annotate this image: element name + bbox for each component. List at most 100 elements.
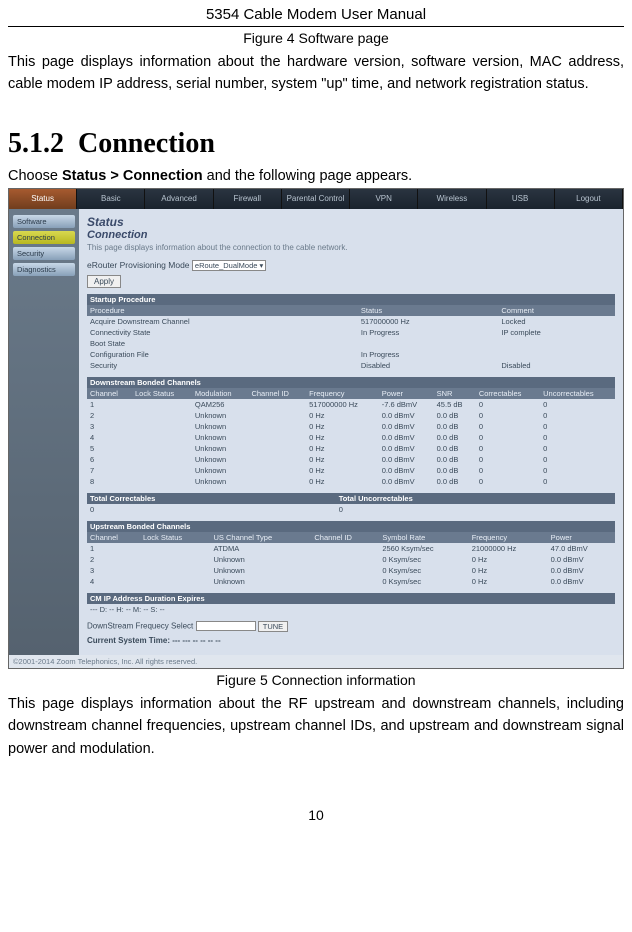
cell	[132, 399, 192, 410]
cell	[311, 554, 379, 565]
cell: 0	[336, 504, 615, 515]
cm-ip-value: --- D: -- H: -- M: -- S: --	[87, 604, 615, 615]
cell	[248, 443, 306, 454]
cell: Unknown	[192, 465, 249, 476]
cell	[248, 410, 306, 421]
cell: 0	[540, 443, 615, 454]
status-heading: Status	[87, 215, 615, 229]
table-row: 8Unknown0 Hz0.0 dBmV0.0 dB00	[87, 476, 615, 487]
cell: 0	[87, 504, 336, 515]
nav-item-firewall[interactable]: Firewall	[214, 189, 282, 209]
sidebar-btn-connection[interactable]: Connection	[13, 231, 75, 244]
cell: 0 Hz	[306, 410, 379, 421]
table-header: Upstream Bonded Channels	[87, 521, 615, 532]
cell: 0 Hz	[469, 576, 548, 587]
nav-item-status[interactable]: Status	[9, 189, 77, 209]
cell: 0.0 dB	[434, 476, 476, 487]
cell: 8	[87, 476, 132, 487]
cell: 0.0 dBmV	[548, 576, 615, 587]
cell: 0	[476, 476, 540, 487]
table-row: 3Unknown0 Hz0.0 dBmV0.0 dB00	[87, 421, 615, 432]
outro-paragraph: This page displays information about the…	[8, 691, 624, 762]
sidebar-btn-security[interactable]: Security	[13, 247, 75, 260]
table-row: 5Unknown0 Hz0.0 dBmV0.0 dB00	[87, 443, 615, 454]
cell	[248, 421, 306, 432]
cell	[132, 443, 192, 454]
table-row: 4Unknown0 Hz0.0 dBmV0.0 dB00	[87, 432, 615, 443]
tune-button[interactable]: TUNE	[258, 621, 288, 632]
cell	[358, 338, 499, 349]
cell: In Progress	[358, 349, 499, 360]
col-header: Power	[379, 388, 434, 399]
cell: 45.5 dB	[434, 399, 476, 410]
cell: Unknown	[211, 565, 312, 576]
nav-item-usb[interactable]: USB	[487, 189, 555, 209]
cell: 0.0 dB	[434, 410, 476, 421]
cell: 0	[540, 454, 615, 465]
cell: Boot State	[87, 338, 358, 349]
table-row: 2Unknown0 Ksym/sec0 Hz0.0 dBmV	[87, 554, 615, 565]
nav-item-advanced[interactable]: Advanced	[145, 189, 213, 209]
cell	[311, 576, 379, 587]
cell: Locked	[498, 316, 615, 327]
cell: 0 Hz	[306, 454, 379, 465]
table-row: 6Unknown0 Hz0.0 dBmV0.0 dB00	[87, 454, 615, 465]
connection-heading: Connection	[87, 229, 615, 241]
cell: IP complete	[498, 327, 615, 338]
startup-table: Startup ProcedureProcedureStatusCommentA…	[87, 294, 615, 371]
provisioning-select[interactable]: eRoute_DualMode ▾	[192, 260, 266, 271]
cell: 0	[540, 421, 615, 432]
cell	[311, 543, 379, 554]
col-header: Frequency	[469, 532, 548, 543]
cell	[140, 576, 211, 587]
ds-freq-input[interactable]	[196, 621, 256, 631]
cell: 0	[540, 410, 615, 421]
cell: Disabled	[498, 360, 615, 371]
cell: 21000000 Hz	[469, 543, 548, 554]
col-header: Procedure	[87, 305, 358, 316]
cell: 0.0 dBmV	[379, 443, 434, 454]
nav-item-vpn[interactable]: VPN	[350, 189, 418, 209]
cell: 0.0 dBmV	[379, 476, 434, 487]
cell: 0	[540, 399, 615, 410]
table-row: 2Unknown0 Hz0.0 dBmV0.0 dB00	[87, 410, 615, 421]
col-header: Channel ID	[311, 532, 379, 543]
cell: ATDMA	[211, 543, 312, 554]
nav-item-basic[interactable]: Basic	[77, 189, 145, 209]
sidebar-btn-software[interactable]: Software	[13, 215, 75, 228]
section-number: 5.1.2	[8, 128, 64, 159]
cell: 4	[87, 576, 140, 587]
instruction-suffix: and the following page appears.	[203, 168, 413, 184]
cell	[132, 410, 192, 421]
cell: 4	[87, 432, 132, 443]
downstream-table: Downstream Bonded ChannelsChannelLock St…	[87, 377, 615, 487]
cell: 0	[540, 476, 615, 487]
cell: 0 Hz	[306, 421, 379, 432]
col-header: Modulation	[192, 388, 249, 399]
nav-item-wireless[interactable]: Wireless	[418, 189, 486, 209]
cell: 2560 Ksym/sec	[379, 543, 468, 554]
table-row: 3Unknown0 Ksym/sec0 Hz0.0 dBmV	[87, 565, 615, 576]
cell: 0.0 dBmV	[548, 565, 615, 576]
document-header: 5354 Cable Modem User Manual	[8, 0, 624, 27]
cell: 0 Hz	[469, 554, 548, 565]
cell: 0	[476, 410, 540, 421]
col-header: Total Correctables	[87, 493, 336, 504]
nav-item-parental-control[interactable]: Parental Control	[282, 189, 350, 209]
col-header: Channel	[87, 532, 140, 543]
cell: 0 Hz	[306, 443, 379, 454]
section-title: Connection	[78, 128, 215, 159]
col-header: Correctables	[476, 388, 540, 399]
nav-item-logout[interactable]: Logout	[555, 189, 623, 209]
cell	[498, 349, 615, 360]
cell: 2	[87, 554, 140, 565]
cell: 0.0 dB	[434, 454, 476, 465]
table-row: Configuration FileIn Progress	[87, 349, 615, 360]
cell: Connectivity State	[87, 327, 358, 338]
cell: 2	[87, 410, 132, 421]
apply-button[interactable]: Apply	[87, 275, 121, 288]
main-panel: Status Connection This page displays inf…	[79, 209, 623, 655]
cell: 0 Ksym/sec	[379, 576, 468, 587]
sidebar-btn-diagnostics[interactable]: Diagnostics	[13, 263, 75, 276]
cell	[132, 432, 192, 443]
